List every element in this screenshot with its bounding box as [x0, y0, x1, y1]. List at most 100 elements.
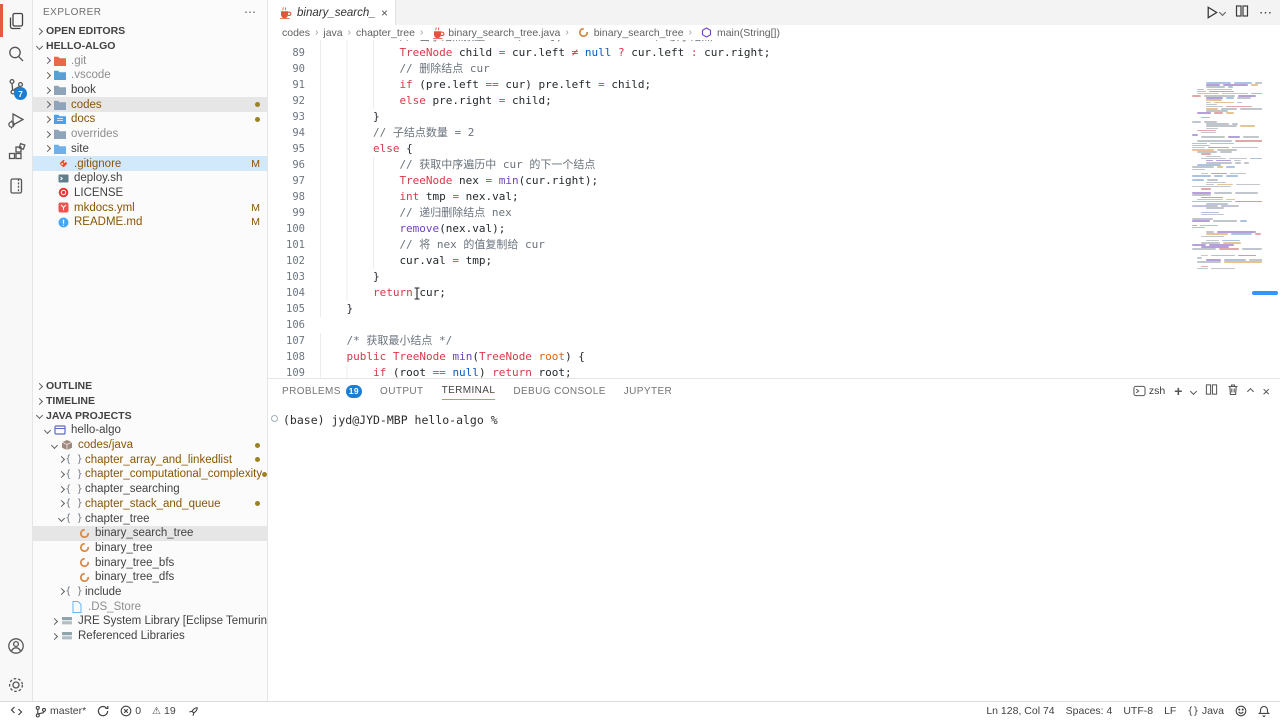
minimap[interactable] [1190, 80, 1262, 378]
settings-button[interactable] [0, 668, 32, 701]
tree-item-chapter-tree[interactable]: { }chapter_tree [33, 511, 267, 526]
shell-selector[interactable]: zsh [1133, 385, 1165, 397]
run-debug-activity-button[interactable] [0, 103, 32, 136]
chevron-right-icon [44, 57, 51, 64]
tree-item-binary-tree[interactable]: binary_tree [33, 541, 267, 556]
status-utf-8[interactable]: UTF-8 [1123, 705, 1153, 717]
code-line-92: 92else pre.right = child; [268, 93, 1280, 109]
package-root-icon [60, 439, 74, 451]
tab-binary-search-tree[interactable]: binary_search_tree.java × [268, 0, 396, 25]
chevron-right-icon [44, 72, 51, 79]
status-19[interactable]: ⚠19 [152, 705, 176, 717]
tree-item-git[interactable]: .git [33, 53, 267, 68]
tree-item-ds-store[interactable]: .DS_Store [33, 599, 267, 614]
terminal-prompt-line[interactable]: (base) jyd@JYD-MBP hello-algo % [268, 413, 1280, 427]
tree-item-chapter-stack-and-queue[interactable]: { }chapter_stack_and_queue [33, 497, 267, 512]
code-line-102: 102cur.val = tmp; [268, 253, 1280, 269]
chevron-down-icon [51, 442, 58, 449]
breadcrumb-item-chapter-tree[interactable]: chapter_tree [356, 27, 415, 39]
tree-item-chapter-computational-complexity[interactable]: { }chapter_computational_complexity [33, 467, 267, 482]
breadcrumb-item-binary-search-tree-java[interactable]: binary_search_tree.java [428, 27, 560, 39]
more-actions-icon[interactable]: ⋯ [244, 5, 257, 19]
status-lf[interactable]: LF [1164, 705, 1176, 717]
status-bell[interactable] [1258, 705, 1270, 718]
tree-item-gitignore[interactable]: .gitignoreM [33, 156, 267, 171]
tree-item-readme-md[interactable]: README.mdM [33, 215, 267, 230]
tree-item-site[interactable]: site [33, 142, 267, 157]
tree-item-referenced-libraries[interactable]: Referenced Libraries [33, 629, 267, 644]
section-timeline[interactable]: TIMELINE [33, 394, 267, 409]
account-button[interactable] [0, 629, 32, 662]
status-sync[interactable] [97, 705, 109, 717]
run-button[interactable] [1204, 5, 1225, 20]
library-icon [60, 630, 74, 642]
section-open-editors[interactable]: OPEN EDITORS [33, 24, 267, 39]
tree-item-binary-tree-dfs[interactable]: binary_tree_dfs [33, 570, 267, 585]
breadcrumb-item-main-string[interactable]: main(String[]) [697, 27, 780, 39]
section-java-projects[interactable]: JAVA PROJECTS [33, 408, 267, 423]
maximize-panel-icon[interactable] [1247, 387, 1254, 394]
tree-item-vscode[interactable]: .vscode [33, 68, 267, 83]
breadcrumb-item-codes[interactable]: codes [282, 27, 310, 39]
breadcrumb-item-binary-search-tree[interactable]: binary_search_tree [574, 27, 684, 39]
source-control-activity-button[interactable]: 7 [0, 70, 32, 103]
section-hello-algo[interactable]: HELLO-ALGO [33, 39, 267, 54]
status-0[interactable]: 0 [120, 705, 141, 717]
breadcrumb-item-java[interactable]: java [323, 27, 342, 39]
tree-item-binary-search-tree[interactable]: binary_search_tree [33, 526, 267, 541]
status-java[interactable]: {}Java [1187, 705, 1224, 717]
tree-item-codes[interactable]: codes [33, 97, 267, 112]
chevron-right-icon [51, 618, 58, 625]
chevron-down-icon [1219, 9, 1226, 16]
tree-item-hello-algo[interactable]: hello-algo [33, 423, 267, 438]
tree-item-chapter-array-and-linkedlist[interactable]: { }chapter_array_and_linkedlist [33, 452, 267, 467]
tree-item-include[interactable]: { }include [33, 585, 267, 600]
search-activity-button[interactable] [0, 37, 32, 70]
tree-item-overrides[interactable]: overrides [33, 127, 267, 142]
panel-tab-output[interactable]: OUTPUT [380, 383, 424, 400]
chevron-right-icon [51, 632, 58, 639]
chevron-right-icon [44, 101, 51, 108]
split-editor-button[interactable] [1235, 4, 1249, 21]
extensions-activity-button[interactable] [0, 136, 32, 169]
new-terminal-button[interactable]: + [1174, 383, 1182, 399]
status-master[interactable]: master* [34, 705, 86, 718]
status-spaces-4[interactable]: Spaces: 4 [1066, 705, 1113, 717]
status-rocket[interactable] [187, 705, 200, 718]
explorer-activity-button[interactable] [0, 4, 32, 37]
tree-item-jre-system-library-eclipse-temurin-17-17[interactable]: JRE System Library [Eclipse Temurin 17 [… [33, 614, 267, 629]
status-feedback[interactable] [1235, 705, 1247, 717]
tree-item-license[interactable]: LICENSE [33, 186, 267, 201]
tree-item-book[interactable]: book [33, 83, 267, 98]
panel-tab-terminal[interactable]: TERMINAL [442, 382, 496, 400]
panel-tab-debug-console[interactable]: DEBUG CONSOLE [513, 383, 605, 400]
more-actions-icon[interactable]: ⋯ [1259, 5, 1272, 21]
rocket-icon [187, 705, 200, 718]
close-icon[interactable]: × [381, 6, 388, 20]
code-area[interactable]: 88// 当子结点数量 = 0 / 1 时, child = null / 该子… [268, 40, 1280, 378]
code-line-106: 106 [268, 317, 1280, 333]
tree-item-chapter-searching[interactable]: { }chapter_searching [33, 482, 267, 497]
kill-terminal-button[interactable] [1227, 383, 1239, 399]
panel-tab-jupyter[interactable]: JUPYTER [624, 383, 672, 400]
tree-item-deploy-sh[interactable]: deploy.sh [33, 171, 267, 186]
status-remote[interactable] [10, 705, 23, 717]
section-outline[interactable]: OUTLINE [33, 379, 267, 394]
feedback-icon [1235, 705, 1247, 717]
tree-item-binary-tree-bfs[interactable]: binary_tree_bfs [33, 555, 267, 570]
breadcrumb-separator: › [565, 27, 568, 38]
tree-item-mkdocs-yml[interactable]: mkdocs.ymlM [33, 200, 267, 215]
folder-icon [53, 100, 67, 110]
code-line-107: 107/* 获取最小结点 */ [268, 333, 1280, 349]
item-label: docs [71, 113, 95, 125]
split-terminal-button[interactable] [1205, 383, 1218, 399]
tree-item-docs[interactable]: docs [33, 112, 267, 127]
tree-item-codes-java[interactable]: codes/java [33, 438, 267, 453]
chevron-down-icon[interactable] [1190, 387, 1197, 394]
panel-tab-problems[interactable]: PROBLEMS19 [282, 383, 362, 400]
item-label: hello-algo [71, 424, 121, 436]
notebook-activity-button[interactable] [0, 169, 32, 202]
explorer-tree: OPEN EDITORSHELLO-ALGO.git.vscodebookcod… [33, 24, 267, 230]
status-ln-128-col-74[interactable]: Ln 128, Col 74 [986, 705, 1054, 717]
close-panel-icon[interactable]: × [1262, 384, 1270, 399]
